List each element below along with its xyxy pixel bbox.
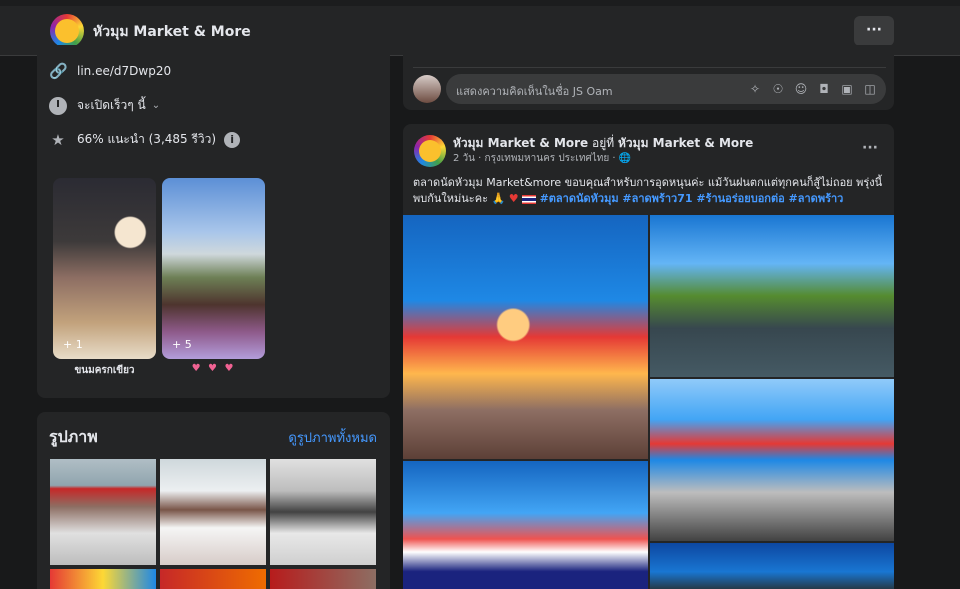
post-author-avatar[interactable] xyxy=(414,135,446,167)
featured-label-2: ♥ ♥ ♥ xyxy=(191,363,236,374)
post-text: ตลาดนัดหัวมุม Market&more ขอบคุณสำหรับกา… xyxy=(413,175,883,207)
post-photo[interactable] xyxy=(650,379,894,541)
featured-count: + 5 xyxy=(172,338,192,351)
clock-icon xyxy=(49,96,67,115)
info-icon[interactable]: i xyxy=(224,131,241,148)
chevron-down-icon[interactable]: ⌄ xyxy=(152,100,160,111)
sticker-icon[interactable]: ◫ xyxy=(862,81,878,97)
user-avatar[interactable] xyxy=(413,75,441,103)
divider xyxy=(413,67,886,68)
see-all-photos-link[interactable]: ดูรูปภาพทั้งหมด xyxy=(288,427,377,448)
page-logo[interactable] xyxy=(50,14,84,48)
avatar-sticker-icon[interactable]: ✧ xyxy=(747,81,763,97)
post-photo[interactable] xyxy=(650,215,894,377)
emoji-icon[interactable]: ☺ xyxy=(793,81,809,97)
gif-icon[interactable]: ▣ xyxy=(839,81,855,97)
intro-card: 🔗 lin.ee/d7Dwp20 จะเปิดเร็วๆ นี้ ⌄ ★ 66%… xyxy=(37,45,390,398)
post-hashtags[interactable]: #ตลาดนัดหัวมุม #ลาดพร้าว71 #ร้านอร่อยบอก… xyxy=(540,192,844,205)
heart-icon: ♥ xyxy=(508,192,519,205)
rating-row: ★ 66% แนะนำ (3,485 รีวิว) i xyxy=(49,130,241,149)
globe-icon: 🌐 xyxy=(618,153,632,164)
post-photo[interactable] xyxy=(403,215,648,459)
page-link[interactable]: lin.ee/d7Dwp20 xyxy=(77,64,171,78)
previous-post-comment-area: แสดงความคิดเห็นในชื่อ JS Oam ✧ ☉ ☺ ◘ ▣ ◫ xyxy=(403,45,894,110)
page-name[interactable]: หัวมุม Market & More xyxy=(93,21,251,43)
post-location-page[interactable]: หัวมุม Market & More xyxy=(618,136,753,150)
comment-placeholder: แสดงความคิดเห็นในชื่อ JS Oam xyxy=(456,85,613,98)
photo-thumbnail[interactable] xyxy=(160,459,266,565)
thai-flag-icon xyxy=(522,194,537,204)
post-photo[interactable] xyxy=(403,461,648,589)
at-word: อยู่ที่ xyxy=(592,136,615,150)
comment-input[interactable]: แสดงความคิดเห็นในชื่อ JS Oam ✧ ☉ ☺ ◘ ▣ ◫ xyxy=(446,74,886,104)
effects-icon[interactable]: ☉ xyxy=(770,81,786,97)
link-icon: 🔗 xyxy=(49,62,68,80)
camera-icon[interactable]: ◘ xyxy=(816,81,832,97)
post-meta: 2 วัน · กรุงเทพมหานคร ประเทศไทย · 🌐 xyxy=(453,151,631,166)
post-photo[interactable] xyxy=(650,543,894,589)
rating-text: 66% แนะนำ (3,485 รีวิว) xyxy=(77,132,217,146)
featured-story-2[interactable]: + 5 xyxy=(162,178,265,359)
photos-title: รูปภาพ xyxy=(49,427,98,446)
link-row[interactable]: 🔗 lin.ee/d7Dwp20 xyxy=(49,62,171,80)
featured-story-1[interactable]: + 1 xyxy=(53,178,156,359)
photo-thumbnail[interactable] xyxy=(160,569,266,589)
photo-thumbnail[interactable] xyxy=(270,569,376,589)
star-icon: ★ xyxy=(51,130,65,149)
photos-card: รูปภาพ ดูรูปภาพทั้งหมด xyxy=(37,412,390,589)
hours-row[interactable]: จะเปิดเร็วๆ นี้ ⌄ xyxy=(49,96,160,115)
post-time-location[interactable]: 2 วัน · กรุงเทพมหานคร ประเทศไทย · xyxy=(453,153,619,164)
post-author-name[interactable]: หัวมุม Market & More xyxy=(453,136,588,150)
photo-thumbnail[interactable] xyxy=(50,569,156,589)
more-options-button[interactable]: ··· xyxy=(854,16,894,46)
post-options-button[interactable]: ··· xyxy=(862,140,878,156)
photo-thumbnail[interactable] xyxy=(50,459,156,565)
post-card: หัวมุม Market & More อยู่ที่ หัวมุม Mark… xyxy=(403,124,894,589)
featured-count: + 1 xyxy=(63,338,83,351)
comment-tools: ✧ ☉ ☺ ◘ ▣ ◫ xyxy=(747,81,878,97)
hours-text: จะเปิดเร็วๆ นี้ xyxy=(77,98,146,112)
featured-label-1: ขนมครกเขียว xyxy=(74,365,135,376)
photo-thumbnail[interactable] xyxy=(270,459,376,565)
